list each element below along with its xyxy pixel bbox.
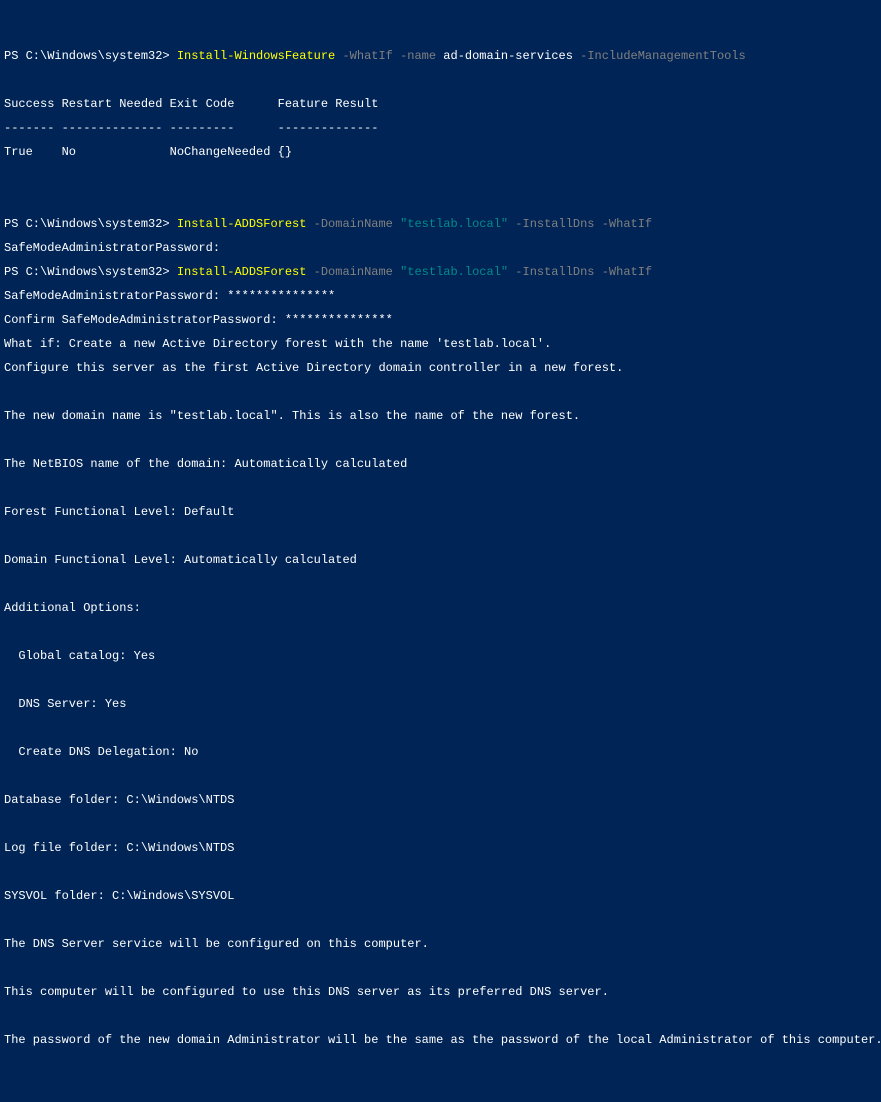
output-text: This computer will be configured to use … bbox=[4, 986, 877, 998]
output-text: The password of the new domain Administr… bbox=[4, 1034, 877, 1046]
output-text: Forest Functional Level: Default bbox=[4, 506, 877, 518]
param: -WhatIf -name bbox=[335, 49, 436, 63]
blank-line bbox=[4, 722, 877, 734]
param: -DomainName bbox=[306, 265, 392, 279]
blank-line bbox=[4, 530, 877, 542]
output-divider: ------- -------------- --------- -------… bbox=[4, 122, 877, 134]
output-text: The new domain name is "testlab.local". … bbox=[4, 410, 877, 422]
whatif-output: Configure this server as the first Activ… bbox=[4, 362, 877, 374]
blank-line bbox=[4, 866, 877, 878]
blank-line bbox=[4, 962, 877, 974]
cmdlet: Install-ADDSForest bbox=[177, 265, 307, 279]
output-text: The DNS Server service will be configure… bbox=[4, 938, 877, 950]
string-value: "testlab.local" bbox=[393, 217, 508, 231]
output-text: Log file folder: C:\Windows\NTDS bbox=[4, 842, 877, 854]
blank-line bbox=[4, 914, 877, 926]
output-text: Global catalog: Yes bbox=[4, 650, 877, 662]
cmdlet: Install-ADDSForest bbox=[177, 217, 307, 231]
blank-line bbox=[4, 482, 877, 494]
command-line-2: PS C:\Windows\system32> Install-ADDSFore… bbox=[4, 218, 877, 230]
whatif-output: What if: Create a new Active Directory f… bbox=[4, 338, 877, 350]
blank-line bbox=[4, 770, 877, 782]
output-header: Success Restart Needed Exit Code Feature… bbox=[4, 98, 877, 110]
param: -DomainName bbox=[306, 217, 392, 231]
blank-line bbox=[4, 578, 877, 590]
value: ad-domain-services bbox=[436, 49, 573, 63]
string-value: "testlab.local" bbox=[393, 265, 508, 279]
output-text: Create DNS Delegation: No bbox=[4, 746, 877, 758]
output-text: The NetBIOS name of the domain: Automati… bbox=[4, 458, 877, 470]
blank-line bbox=[4, 1082, 877, 1094]
output-text: Additional Options: bbox=[4, 602, 877, 614]
blank-line bbox=[4, 1058, 877, 1070]
cmdlet: Install-WindowsFeature bbox=[177, 49, 335, 63]
confirm-prompt: Confirm SafeModeAdministratorPassword: *… bbox=[4, 314, 877, 326]
param: -IncludeManagementTools bbox=[573, 49, 746, 63]
blank-line bbox=[4, 74, 877, 86]
output-text: Domain Functional Level: Automatically c… bbox=[4, 554, 877, 566]
blank-line bbox=[4, 434, 877, 446]
output-text: DNS Server: Yes bbox=[4, 698, 877, 710]
blank-line bbox=[4, 1010, 877, 1022]
output-text: Database folder: C:\Windows\NTDS bbox=[4, 794, 877, 806]
command-line-1: PS C:\Windows\system32> Install-WindowsF… bbox=[4, 50, 877, 62]
param: -InstallDns -WhatIf bbox=[508, 265, 652, 279]
blank-line bbox=[4, 194, 877, 206]
password-prompt: SafeModeAdministratorPassword: bbox=[4, 242, 877, 254]
param: -InstallDns -WhatIf bbox=[508, 217, 652, 231]
password-prompt: SafeModeAdministratorPassword: *********… bbox=[4, 290, 877, 302]
prompt: PS C:\Windows\system32> bbox=[4, 217, 177, 231]
output-text: SYSVOL folder: C:\Windows\SYSVOL bbox=[4, 890, 877, 902]
prompt: PS C:\Windows\system32> bbox=[4, 49, 177, 63]
blank-line bbox=[4, 626, 877, 638]
prompt: PS C:\Windows\system32> bbox=[4, 265, 177, 279]
blank-line bbox=[4, 818, 877, 830]
blank-line bbox=[4, 386, 877, 398]
output-row: True No NoChangeNeeded {} bbox=[4, 146, 877, 158]
blank-line bbox=[4, 674, 877, 686]
command-line-3: PS C:\Windows\system32> Install-ADDSFore… bbox=[4, 266, 877, 278]
blank-line bbox=[4, 170, 877, 182]
